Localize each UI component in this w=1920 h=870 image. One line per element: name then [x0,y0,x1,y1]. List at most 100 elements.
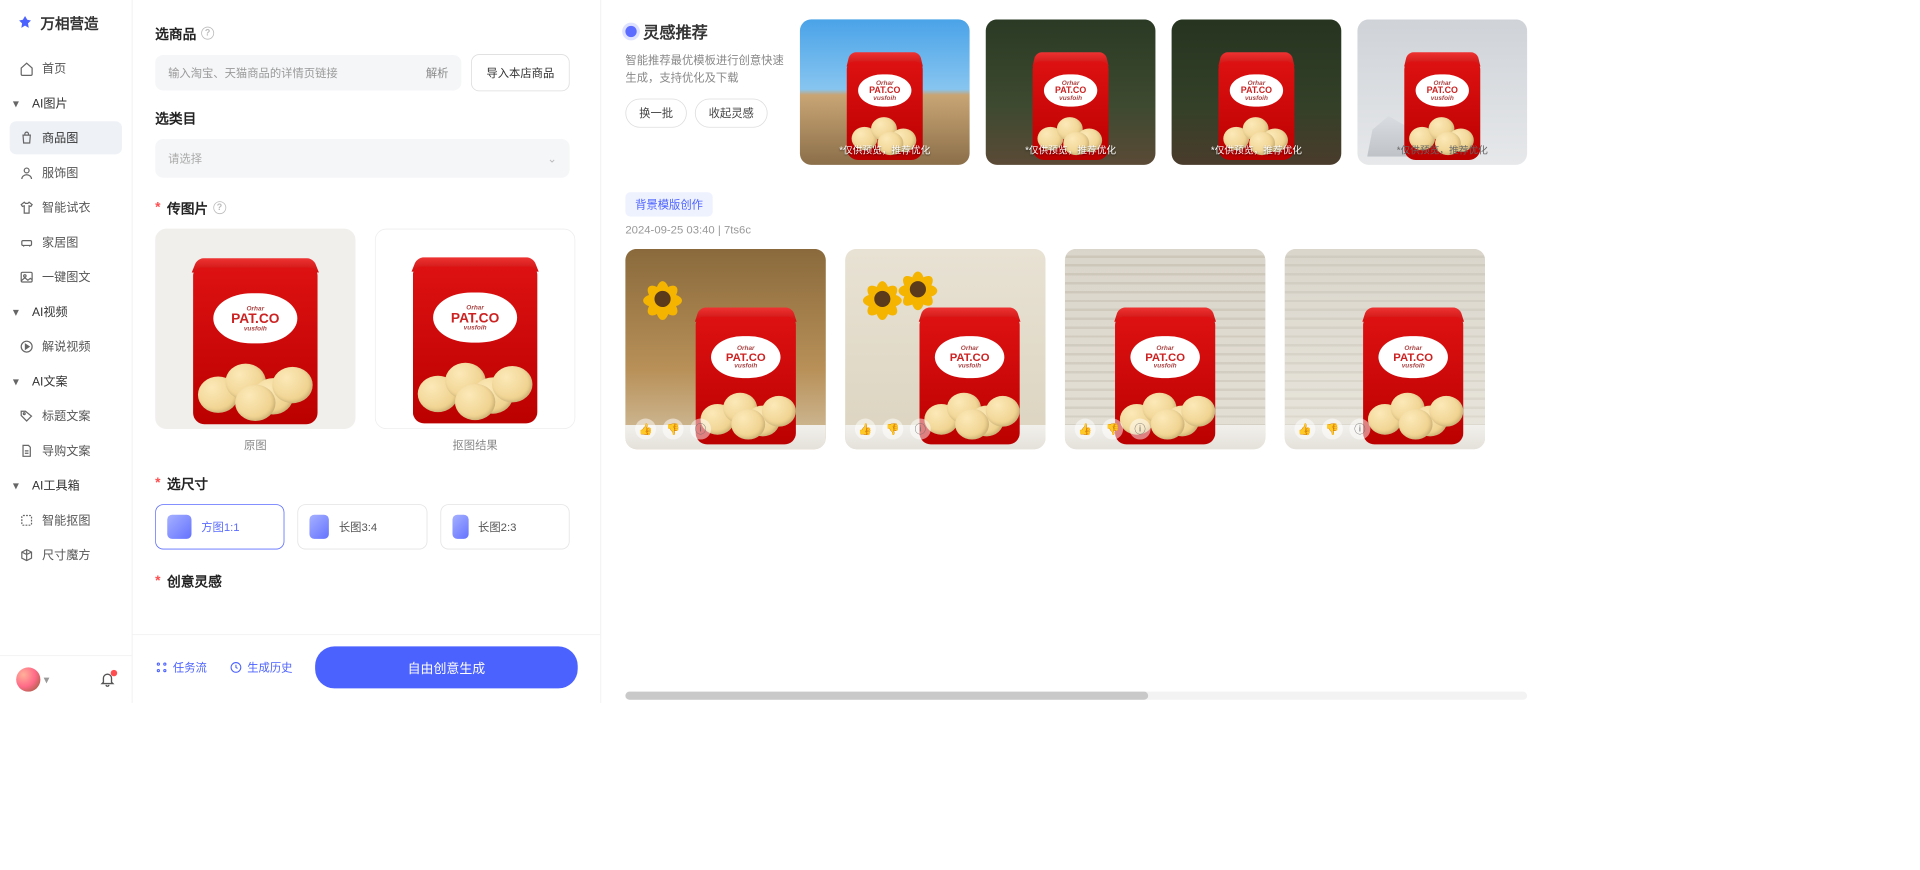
brand-name: 万相营造 [40,13,98,34]
chevron-down-icon: ▾ [13,96,19,111]
product-bag-image: OrharPAT.COvusfoih [187,258,324,424]
cube-icon [19,547,34,562]
nav-smart-cutout[interactable]: 智能抠图 [10,503,122,536]
help-icon[interactable]: ? [213,201,226,214]
nav-group-video[interactable]: ▾ AI视频 [10,295,122,328]
sidebar: 万相营造 首页 ▾ AI图片 商品图 服饰图 智能试衣 [0,0,133,703]
nav-title-copy[interactable]: 标题文案 [10,399,122,432]
category-select[interactable]: 请选择 ⌄ [155,139,570,178]
section-creative: * 创意灵感 [155,570,570,590]
info-icon[interactable]: ⓘ [910,419,931,440]
like-icon[interactable]: 👍 [1075,419,1096,440]
shirt-icon [19,200,34,215]
chevron-down-icon: ▾ [13,478,19,493]
nav-label: AI视频 [32,303,68,320]
document-icon [19,443,34,458]
result-card[interactable]: OrharPAT.COvusfoih 👍👎ⓘ [1285,249,1485,449]
section-label: 选类目 [155,107,196,127]
nav-label: AI图片 [32,95,68,112]
refresh-button[interactable]: 换一批 [625,98,686,127]
task-flow-link[interactable]: 任务流 [155,659,207,675]
config-panel: 选商品 ? 输入淘宝、天猫商品的详情页链接 解析 导入本店商品 选类目 请选择 … [133,0,602,703]
section-upload-image: * 传图片 ? [155,197,570,217]
inspire-title: 灵感推荐 [625,19,783,42]
section-label: 选商品 [155,23,196,43]
nav-size-magic[interactable]: 尺寸魔方 [10,538,122,571]
chevron-down-icon: ⌄ [547,152,556,166]
config-footer: 任务流 生成历史 自由创意生成 [133,634,601,703]
inspire-thumb-forest2[interactable]: OrharPAT.COvusfoih *仅供预览，推荐优化 [1172,19,1342,164]
ratio-icon [452,515,468,539]
cutout-image-card[interactable]: OrharPAT.COvusfoih 抠图结果 [375,229,575,454]
tag-icon [19,408,34,423]
result-card[interactable]: OrharPAT.COvusfoih 👍👎ⓘ [1065,249,1265,449]
person-icon [19,165,34,180]
home-icon [19,61,34,76]
size-option-2-3[interactable]: 长图2:3 [440,504,570,549]
nav-group-copy[interactable]: ▾ AI文案 [10,364,122,397]
preview-note: *仅供预览，推荐优化 [1172,143,1342,157]
nav-guide-copy[interactable]: 导购文案 [10,434,122,467]
dislike-icon[interactable]: 👎 [663,419,684,440]
nav-label: 首页 [42,60,66,77]
scissors-icon [19,513,34,528]
logo: 万相营造 [0,0,132,47]
link-label: 生成历史 [247,659,292,675]
nav-smart-tryon[interactable]: 智能试衣 [10,191,122,224]
result-card[interactable]: OrharPAT.COvusfoih 👍👎ⓘ [845,249,1045,449]
parse-button[interactable]: 解析 [426,65,449,81]
nav: 首页 ▾ AI图片 商品图 服饰图 智能试衣 家居图 [0,47,132,655]
section-label: 创意灵感 [167,570,222,590]
nav-label: 标题文案 [42,407,90,424]
inspire-thumb-beach[interactable]: OrharPAT.COvusfoih *仅供预览，推荐优化 [800,19,970,164]
nav-one-click[interactable]: 一键图文 [10,260,122,293]
notifications-button[interactable] [99,671,115,687]
nav-home-image[interactable]: 家居图 [10,225,122,258]
collapse-button[interactable]: 收起灵感 [695,98,768,127]
batch-label[interactable]: 背景模版创作 [625,192,712,216]
generate-button[interactable]: 自由创意生成 [315,646,578,688]
dislike-icon[interactable]: 👎 [1322,419,1343,440]
nav-product-image[interactable]: 商品图 [10,121,122,154]
import-store-button[interactable]: 导入本店商品 [471,54,570,91]
size-option-1-1[interactable]: 方图1:1 [155,504,285,549]
nav-group-tools[interactable]: ▾ AI工具箱 [10,469,122,502]
result-card[interactable]: OrharPAT.COvusfoih 👍👎ⓘ [625,249,825,449]
results-panel: 灵感推荐 智能推荐最优模板进行创意快速生成，支持优化及下载 换一批 收起灵感 O… [601,0,1551,703]
nav-label: AI工具箱 [32,477,80,494]
sofa-icon [19,235,34,250]
ratio-icon [167,515,191,539]
info-icon[interactable]: ⓘ [1130,419,1151,440]
section-select-size: * 选尺寸 [155,473,570,493]
ratio-icon [310,515,329,539]
nav-label: 智能抠图 [42,511,90,528]
horizontal-scrollbar[interactable] [625,692,1527,700]
like-icon[interactable]: 👍 [635,419,656,440]
info-icon[interactable]: ⓘ [690,419,711,440]
nav-explain-video[interactable]: 解说视频 [10,330,122,363]
nav-label: 智能试衣 [42,199,90,216]
nav-group-image[interactable]: ▾ AI图片 [10,86,122,119]
size-option-3-4[interactable]: 长图3:4 [298,504,428,549]
dislike-icon[interactable]: 👎 [882,419,903,440]
section-label: 传图片 [167,197,208,217]
product-url-input[interactable]: 输入淘宝、天猫商品的详情页链接 解析 [155,55,461,91]
user-menu[interactable]: ▾ [16,667,49,691]
inspire-thumb-forest[interactable]: OrharPAT.COvusfoih *仅供预览，推荐优化 [986,19,1156,164]
inspire-thumb-rock[interactable]: OrharPAT.COvusfoih *仅供预览，推荐优化 [1357,19,1527,164]
original-image-card[interactable]: OrharPAT.COvusfoih 原图 [155,229,355,454]
history-link[interactable]: 生成历史 [229,659,292,675]
select-placeholder: 请选择 [168,150,202,166]
nav-home[interactable]: 首页 [10,52,122,85]
help-icon[interactable]: ? [201,26,214,39]
logo-icon [16,15,34,33]
like-icon[interactable]: 👍 [1294,419,1315,440]
like-icon[interactable]: 👍 [855,419,876,440]
dislike-icon[interactable]: 👎 [1102,419,1123,440]
bulb-icon [625,25,636,36]
info-icon[interactable]: ⓘ [1349,419,1370,440]
nav-apparel-image[interactable]: 服饰图 [10,156,122,189]
batch-meta: 2024-09-25 03:40 | 7ts6c [625,223,1527,236]
scrollbar-thumb[interactable] [625,692,1148,700]
link-label: 任务流 [173,659,207,675]
